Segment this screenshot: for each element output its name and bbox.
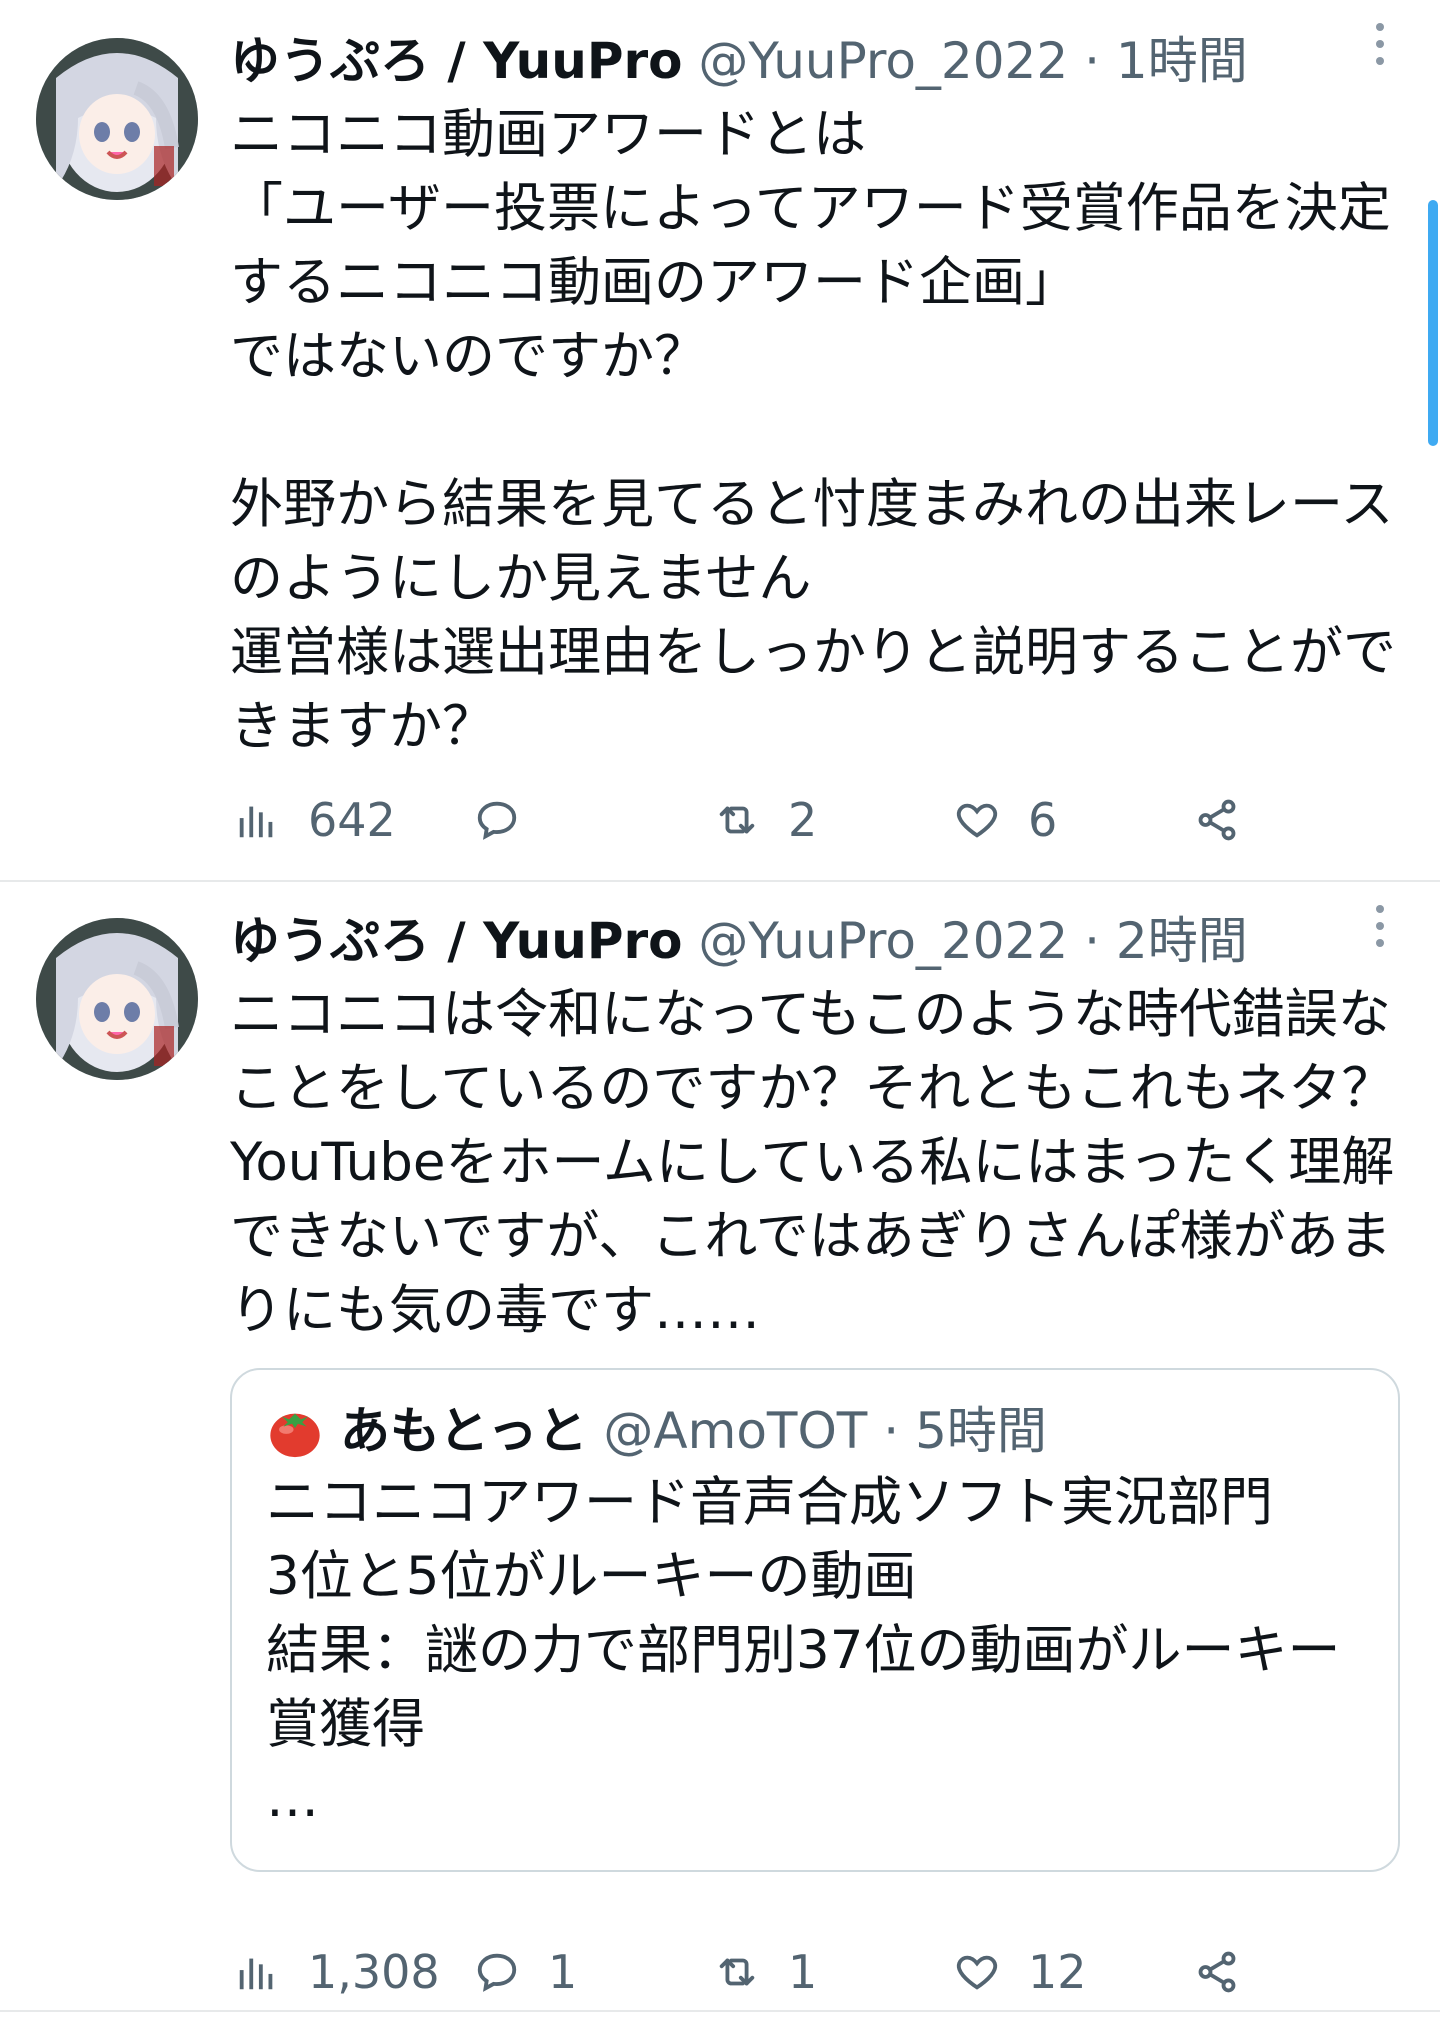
bar-chart-icon — [239, 806, 273, 838]
tweet-line: するニコニコ動画のアワード企画」 — [230, 252, 1078, 313]
tweet-line: きますか？ — [230, 696, 495, 757]
retweet-button[interactable]: 2 — [714, 780, 817, 860]
tweet-header: ゆうぷろ / YuuPro @YuuPro_2022 · 1時間 — [230, 26, 1380, 96]
tweet-line: ニコニコは令和になってもこのような時代錯誤な — [230, 984, 1391, 1045]
tweet[interactable]: ゆうぷろ / YuuPro @YuuPro_2022 · 2時間 ニコニコは令和… — [0, 882, 1440, 2012]
tweet-line: 外野から結果を見てると忖度まみれの出来レース — [230, 474, 1394, 535]
separator: · — [883, 1402, 900, 1460]
retweet-count: 1 — [788, 1945, 818, 1999]
tweet-line: りにも気の毒です…… — [230, 1280, 760, 1341]
more-vertical-icon[interactable] — [1362, 896, 1398, 956]
views-count: 642 — [308, 793, 396, 847]
separator: · — [1084, 912, 1100, 970]
reply-bubble-icon — [477, 801, 517, 840]
share-icon — [1198, 1951, 1236, 1993]
tweet-actions: 1,308 1 1 12 — [230, 1932, 1400, 2012]
tweet-line: ニコニコ動画アワードとは — [230, 104, 866, 165]
more-vertical-icon[interactable] — [1362, 14, 1398, 74]
tweet-line: できないですが、これではあぎりさんぽ様があま — [230, 1206, 1392, 1267]
tweet-line: ではないのですか？ — [230, 326, 707, 387]
retweet-icon — [719, 806, 755, 834]
retweet-button[interactable]: 1 — [714, 1932, 817, 2012]
tweet-line: ことをしているのですか？それともこれもネタ？ — [230, 1058, 1395, 1119]
quoted-tweet[interactable]: あもとっと @AmoTOT · 5時間 ニコニコアワード音声合成ソフト実況部門 … — [230, 1368, 1400, 1872]
quote-line: 賞獲得 — [266, 1694, 425, 1755]
tweet-line: 運営様は選出理由をしっかりと説明することがで — [230, 622, 1396, 683]
author-name[interactable]: ゆうぷろ / YuuPro — [230, 912, 683, 970]
avatar[interactable] — [36, 38, 198, 200]
avatar[interactable] — [36, 918, 198, 1080]
like-button[interactable]: 12 — [954, 1932, 1087, 2012]
quote-text: ニコニコアワード音声合成ソフト実況部門 3位と5位がルーキーの動画 結果：謎の力… — [266, 1466, 1340, 1836]
heart-icon — [956, 1955, 998, 1990]
tomato-icon — [270, 1413, 320, 1458]
share-icon — [1198, 799, 1236, 841]
like-count: 12 — [1028, 1945, 1087, 1999]
quote-timestamp[interactable]: 5時間 — [915, 1396, 1047, 1466]
retweet-count: 2 — [788, 793, 818, 847]
views-button[interactable]: 1,308 — [234, 1932, 440, 2012]
quote-author-name[interactable]: あもとっと — [340, 1396, 588, 1466]
timestamp[interactable]: 2時間 — [1116, 912, 1248, 970]
reply-bubble-icon — [477, 1953, 517, 1992]
tweet[interactable]: ゆうぷろ / YuuPro @YuuPro_2022 · 1時間 ニコニコ動画ア… — [0, 0, 1440, 882]
reply-count: 1 — [548, 1945, 578, 1999]
tweet-line: YouTubeをホームにしている私にはまったく理解 — [230, 1132, 1395, 1193]
timestamp[interactable]: 1時間 — [1116, 32, 1248, 90]
quote-line: 結果：謎の力で部門別37位の動画がルーキー — [266, 1620, 1341, 1681]
reply-button[interactable]: 1 — [474, 1932, 577, 2012]
views-button[interactable]: 642 — [234, 780, 396, 860]
author-name[interactable]: ゆうぷろ / YuuPro — [230, 32, 683, 90]
quote-header: あもとっと @AmoTOT · 5時間 — [266, 1396, 1047, 1466]
tweet-line: 「ユーザー投票によってアワード受賞作品を決定 — [230, 178, 1391, 239]
tweet-actions: 642 2 6 — [230, 780, 1400, 860]
heart-icon — [956, 803, 998, 838]
tweet-text: ニコニコ動画アワードとは 「ユーザー投票によってアワード受賞作品を決定 するニコ… — [230, 98, 1410, 764]
separator: · — [1084, 32, 1100, 90]
author-handle[interactable]: @YuuPro_2022 — [698, 32, 1068, 90]
views-count: 1,308 — [308, 1945, 440, 1999]
quote-line: … — [266, 1768, 319, 1829]
share-button[interactable] — [1194, 1932, 1240, 2012]
author-handle[interactable]: @YuuPro_2022 — [698, 912, 1068, 970]
retweet-icon — [719, 1958, 755, 1986]
scrollbar[interactable] — [1428, 200, 1438, 446]
quote-line: 3位と5位がルーキーの動画 — [266, 1546, 917, 1607]
tweet-text: ニコニコは令和になってもこのような時代錯誤な ことをしているのですか？それともこ… — [230, 978, 1410, 1348]
tweet-line: のようにしか見えません — [230, 548, 812, 609]
share-button[interactable] — [1194, 780, 1240, 860]
bar-chart-icon — [239, 1958, 273, 1990]
like-count: 6 — [1028, 793, 1058, 847]
tweet-header: ゆうぷろ / YuuPro @YuuPro_2022 · 2時間 — [230, 906, 1380, 976]
reply-button[interactable] — [474, 780, 548, 860]
quote-line: ニコニコアワード音声合成ソフト実況部門 — [266, 1472, 1273, 1533]
quote-author-handle[interactable]: @AmoTOT — [603, 1396, 867, 1466]
like-button[interactable]: 6 — [954, 780, 1057, 860]
